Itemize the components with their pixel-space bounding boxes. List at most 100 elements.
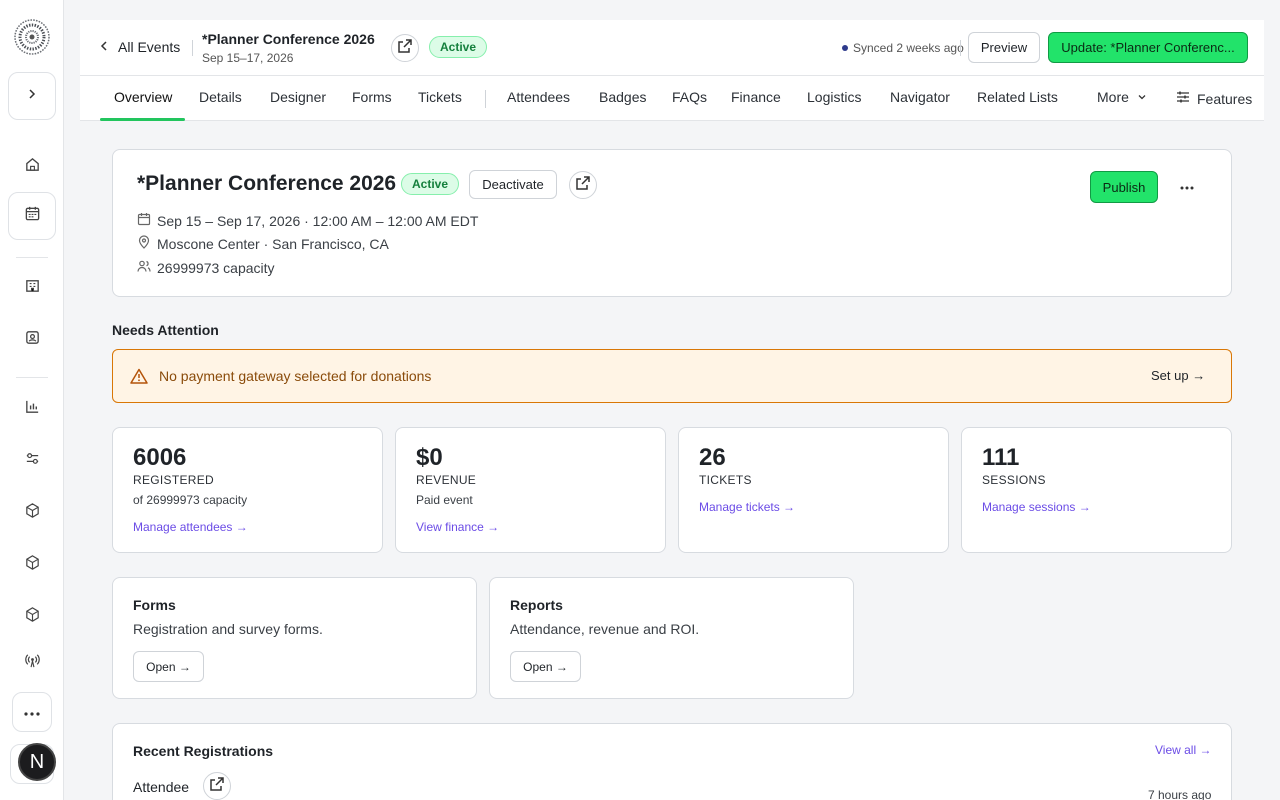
external-link-icon: [575, 175, 591, 196]
deactivate-button[interactable]: Deactivate: [469, 170, 557, 199]
home-icon[interactable]: [16, 148, 48, 180]
sidebar-divider: [16, 257, 48, 258]
stat-card-sessions: 111 SESSIONS Manage sessions →: [961, 427, 1232, 553]
tab-overview[interactable]: Overview: [114, 89, 172, 105]
calendar-nav-button[interactable]: [8, 192, 56, 240]
card-description: Registration and survey forms.: [133, 621, 323, 637]
avatar[interactable]: N: [18, 743, 56, 781]
tab-divider: [485, 90, 486, 108]
event-location: Moscone Center · San Francisco, CA: [137, 235, 389, 252]
tab-faqs[interactable]: FAQs: [672, 89, 707, 105]
active-tab-indicator: [100, 118, 185, 121]
tab-logistics[interactable]: Logistics: [807, 89, 861, 105]
header-divider: [192, 40, 193, 56]
preview-button[interactable]: Preview: [968, 32, 1040, 63]
map-pin-icon: [137, 235, 151, 252]
open-external-button[interactable]: [391, 34, 419, 62]
features-button[interactable]: Features: [1175, 89, 1252, 108]
open-attendee-button[interactable]: [203, 772, 231, 800]
external-link-icon: [397, 38, 413, 59]
sidebar: N: [0, 0, 64, 800]
tab-forms[interactable]: Forms: [352, 89, 392, 105]
building-icon[interactable]: [16, 269, 48, 301]
manage-attendees-link[interactable]: Manage attendees →: [133, 520, 248, 534]
event-datetime-text: Sep 15 – Sep 17, 2026 · 12:00 AM – 12:00…: [157, 212, 479, 229]
tab-related-lists[interactable]: Related Lists: [977, 89, 1058, 105]
event-capacity: 26999973 capacity: [137, 259, 275, 276]
event-location-text: Moscone Center · San Francisco, CA: [157, 235, 389, 252]
event-datetime: Sep 15 – Sep 17, 2026 · 12:00 AM – 12:00…: [137, 212, 478, 229]
stat-subtext: of 26999973 capacity: [133, 493, 248, 507]
sync-dot-icon: [842, 45, 848, 51]
sliders-icon[interactable]: [16, 442, 48, 474]
recent-registrations-card: Recent Registrations View all → Attendee…: [112, 723, 1232, 800]
chevron-down-icon: [1137, 89, 1147, 105]
manage-tickets-link[interactable]: Manage tickets →: [699, 500, 795, 514]
package-icon[interactable]: [16, 598, 48, 630]
status-badge: Active: [401, 173, 460, 195]
features-label: Features: [1197, 90, 1253, 107]
view-all-link[interactable]: View all →: [1155, 743, 1211, 757]
tab-attendees[interactable]: Attendees: [507, 89, 570, 105]
header-event-title: *Planner Conference 2026: [202, 31, 375, 47]
tab-designer[interactable]: Designer: [270, 89, 326, 105]
tab-navigator[interactable]: Navigator: [890, 89, 950, 105]
stat-card-tickets: 26 TICKETS Manage tickets →: [678, 427, 949, 553]
header-event-dates: Sep 15–17, 2026: [202, 51, 294, 65]
stat-value: 111: [982, 444, 1020, 471]
tab-details[interactable]: Details: [199, 89, 242, 105]
sliders-icon: [1175, 89, 1191, 108]
update-event-button[interactable]: Update: *Planner Conferenc...: [1048, 32, 1248, 63]
stat-label: SESSIONS: [982, 473, 1046, 487]
reports-card: Reports Attendance, revenue and ROI. Ope…: [489, 577, 854, 699]
status-badge: Active: [429, 36, 488, 58]
view-finance-link[interactable]: View finance →: [416, 520, 499, 534]
tab-more-label: More: [1097, 89, 1129, 105]
tab-more[interactable]: More: [1097, 89, 1147, 105]
publish-button[interactable]: Publish: [1090, 171, 1158, 203]
card-description: Attendance, revenue and ROI.: [510, 621, 700, 637]
external-link-icon: [209, 776, 225, 797]
stat-subtext: Paid event: [416, 493, 473, 507]
more-menu-button[interactable]: [12, 692, 52, 732]
users-icon: [137, 259, 151, 276]
open-external-button[interactable]: [569, 171, 597, 199]
back-to-events-link[interactable]: All Events: [98, 39, 180, 55]
broadcast-icon[interactable]: [16, 644, 48, 676]
bar-chart-icon[interactable]: [16, 390, 48, 422]
needs-attention-heading: Needs Attention: [112, 322, 219, 338]
logo-icon[interactable]: [14, 19, 50, 55]
event-capacity-text: 26999973 capacity: [157, 259, 275, 276]
stat-value: 6006: [133, 444, 187, 471]
sidebar-divider: [16, 377, 48, 378]
event-actions-menu[interactable]: [1177, 176, 1197, 196]
warning-icon: [130, 368, 148, 389]
set-up-link[interactable]: Set up →: [1151, 368, 1205, 383]
manage-sessions-link[interactable]: Manage sessions →: [982, 500, 1091, 514]
expand-sidebar-button[interactable]: [8, 72, 56, 120]
tab-badges[interactable]: Badges: [599, 89, 646, 105]
package-icon[interactable]: [16, 546, 48, 578]
stat-card-revenue: $0 REVENUE Paid event View finance →: [395, 427, 666, 553]
sync-status-text: Synced 2 weeks ago: [853, 41, 964, 55]
open-forms-button[interactable]: Open →: [133, 651, 204, 682]
contact-badge-icon[interactable]: [16, 321, 48, 353]
open-reports-button[interactable]: Open →: [510, 651, 581, 682]
event-summary-card: *Planner Conference 2026 Active Deactiva…: [112, 149, 1232, 297]
stat-label: REVENUE: [416, 473, 477, 487]
page-header: All Events *Planner Conference 2026 Sep …: [80, 20, 1264, 76]
registration-name: Attendee: [133, 779, 190, 795]
tab-finance[interactable]: Finance: [731, 89, 781, 105]
stat-value: $0: [416, 444, 443, 471]
event-title: *Planner Conference 2026: [137, 172, 397, 195]
package-icon[interactable]: [16, 494, 48, 526]
calendar-icon: [137, 212, 151, 229]
ellipsis-icon: [24, 703, 40, 721]
chevron-right-icon: [25, 87, 39, 106]
card-title: Forms: [133, 597, 176, 613]
stat-card-registered: 6006 REGISTERED of 26999973 capacity Man…: [112, 427, 383, 553]
tab-bar: Overview Details Designer Forms Tickets …: [80, 76, 1264, 121]
calendar-icon: [24, 205, 41, 227]
tab-tickets[interactable]: Tickets: [418, 89, 462, 105]
recent-registrations-title: Recent Registrations: [133, 743, 274, 759]
